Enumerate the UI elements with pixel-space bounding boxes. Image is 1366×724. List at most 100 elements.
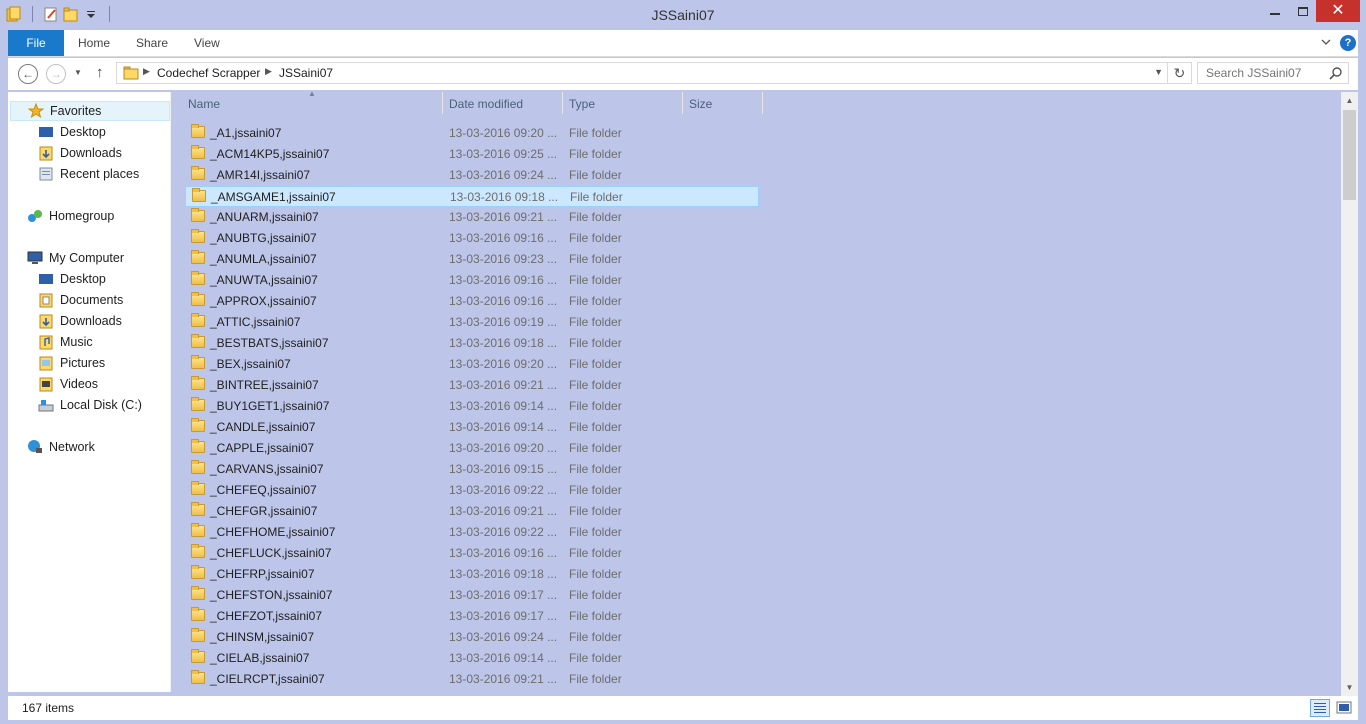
file-name: _CHINSM,jssaini07 [210,630,315,644]
nav-fav-recent-places[interactable]: Recent places [38,164,139,184]
address-bar[interactable]: ▶ Codechef Scrapper ▶ JSSaini07 ▼ [116,62,1168,84]
file-row[interactable]: _CHEFZOT,jssaini07 13-03-2016 09:17 ... Fi… [185,606,759,627]
file-row[interactable]: _ANUWTA,jssaini07 13-03-2016 09:16 ... Fil… [185,270,759,291]
file-row[interactable]: _CIELAB,jssaini07 13-03-2016 09:14 ... Fil… [185,648,759,669]
column-separator[interactable] [682,92,683,114]
folder-icon [191,145,205,160]
nav-pc-pictures[interactable]: Pictures [38,353,105,373]
file-row[interactable]: _ANUBTG,jssaini07 13-03-2016 09:16 ... Fil… [185,228,759,249]
nav-fav-desktop[interactable]: Desktop [38,122,106,142]
file-row[interactable]: _CHEFGR,jssaini07 13-03-2016 09:21 ... Fil… [185,501,759,522]
tab-share[interactable]: Share [136,30,168,56]
downloads-icon [38,313,54,329]
folder-icon [191,334,205,349]
nav-pc-music[interactable]: Music [38,332,93,352]
minimize-button[interactable] [1262,0,1288,22]
folder-icon [191,460,205,475]
folder-icon [191,124,205,139]
pane-divider[interactable] [170,92,171,692]
folder-icon [191,523,205,538]
nav-pc-desktop[interactable]: Desktop [38,269,106,289]
vertical-scrollbar[interactable]: ▲ ▼ [1341,92,1358,696]
file-row[interactable]: _ATTIC,jssaini07 13-03-2016 09:19 ... File… [185,312,759,333]
details-view-icon[interactable] [1310,699,1330,717]
up-arrow-icon[interactable]: ↑ [96,64,104,81]
nav-pc-documents[interactable]: Documents [38,290,123,310]
file-row[interactable]: _CHEFEQ,jssaini07 13-03-2016 09:22 ... Fil… [185,480,759,501]
file-date-modified: 13-03-2016 09:22 ... [449,525,558,539]
column-separator[interactable] [442,92,443,114]
file-row[interactable]: _CIELRCPT,jssaini07 13-03-2016 09:21 ... F… [185,669,759,690]
nav-network[interactable]: Network [27,437,95,457]
tab-file[interactable]: File [8,30,64,56]
nav-homegroup[interactable]: Homegroup [27,206,114,226]
file-type: File folder [569,399,622,413]
nav-fav-downloads[interactable]: Downloads [38,143,122,163]
column-separator[interactable] [562,92,563,114]
breadcrumb-separator-icon[interactable]: ▶ [265,66,272,77]
maximize-button[interactable] [1290,0,1316,22]
forward-button[interactable]: → [46,64,66,84]
file-row[interactable]: _ANUMLA,jssaini07 13-03-2016 09:23 ... Fil… [185,249,759,270]
file-row[interactable]: _ANUARM,jssaini07 13-03-2016 09:21 ... Fil… [185,207,759,228]
help-icon[interactable]: ? [1340,35,1356,51]
column-header-name[interactable]: Name [188,92,220,116]
column-header-size[interactable]: Size [689,92,712,116]
nav-favorites[interactable]: Favorites [10,101,170,121]
file-name: _ANUARM,jssaini07 [210,210,319,224]
scrollbar-thumb[interactable] [1343,110,1356,200]
folder-icon [191,229,205,244]
file-date-modified: 13-03-2016 09:18 ... [449,567,558,581]
file-name: _CHEFEQ,jssaini07 [210,483,317,497]
file-row[interactable]: _A1,jssaini07 13-03-2016 09:20 ... File fo… [185,123,759,144]
nav-item-label: Homegroup [49,209,115,223]
file-row[interactable]: _CHEFHOME,jssaini07 13-03-2016 09:22 ... F… [185,522,759,543]
search-box[interactable] [1197,62,1349,84]
nav-pc-videos[interactable]: Videos [38,374,98,394]
file-row[interactable]: _APPROX,jssaini07 13-03-2016 09:16 ... Fil… [185,291,759,312]
search-icon[interactable] [1329,66,1343,80]
search-input[interactable] [1198,63,1318,83]
nav-pc-downloads[interactable]: Downloads [38,311,122,331]
recent-locations-icon[interactable]: ▼ [74,68,82,77]
tab-view[interactable]: View [194,30,220,56]
file-row[interactable]: _BESTBATS,jssaini07 13-03-2016 09:18 ... F… [185,333,759,354]
recent-places-icon [38,166,54,182]
back-button[interactable]: ← [18,64,38,84]
file-row[interactable]: _BINTREE,jssaini07 13-03-2016 09:21 ... Fi… [185,375,759,396]
scroll-down-icon[interactable]: ▼ [1341,679,1358,696]
file-row[interactable]: _BUY1GET1,jssaini07 13-03-2016 09:14 ... F… [185,396,759,417]
documents-icon [38,292,54,308]
file-row[interactable]: _CHEFLUCK,jssaini07 13-03-2016 09:16 ... F… [185,543,759,564]
file-row[interactable]: _CARVANS,jssaini07 13-03-2016 09:15 ... Fi… [185,459,759,480]
address-dropdown-icon[interactable]: ▼ [1154,67,1163,77]
nav-my-computer[interactable]: My Computer [27,248,124,268]
file-row[interactable]: _ACM14KP5,jssaini07 13-03-2016 09:25 ... F… [185,144,759,165]
file-row[interactable]: _CAPPLE,jssaini07 13-03-2016 09:20 ... Fil… [185,438,759,459]
file-date-modified: 13-03-2016 09:16 ... [449,294,558,308]
large-icons-view-icon[interactable] [1334,699,1354,717]
expand-ribbon-icon[interactable] [1320,36,1332,48]
file-row[interactable]: _CHEFRP,jssaini07 13-03-2016 09:18 ... Fil… [185,564,759,585]
column-separator[interactable] [762,92,763,114]
folder-icon [191,565,205,580]
refresh-button[interactable]: ↻ [1168,62,1192,84]
scroll-up-icon[interactable]: ▲ [1341,92,1358,109]
column-header-date-modified[interactable]: Date modified [449,92,523,116]
tab-home[interactable]: Home [78,30,110,56]
nav-pc-local-disk[interactable]: Local Disk (C:) [38,395,142,415]
file-row[interactable]: _CHEFSTON,jssaini07 13-03-2016 09:17 ... F… [185,585,759,606]
file-row[interactable]: _AMSGAME1,jssaini07 13-03-2016 09:18 ... F… [185,186,759,207]
breadcrumb-codechef-scrapper[interactable]: Codechef Scrapper [157,66,260,80]
file-date-modified: 13-03-2016 09:22 ... [449,483,558,497]
breadcrumb-jssaini07[interactable]: JSSaini07 [279,66,333,80]
file-row[interactable]: _AMR14I,jssaini07 13-03-2016 09:24 ... Fil… [185,165,759,186]
file-type: File folder [569,378,622,392]
file-row[interactable]: _CHINSM,jssaini07 13-03-2016 09:24 ... Fil… [185,627,759,648]
file-row[interactable]: _BEX,jssaini07 13-03-2016 09:20 ... File f… [185,354,759,375]
breadcrumb-separator-icon[interactable]: ▶ [143,66,150,77]
file-type: File folder [569,273,622,287]
file-row[interactable]: _CANDLE,jssaini07 13-03-2016 09:14 ... Fil… [185,417,759,438]
close-button[interactable]: ✕ [1316,0,1360,22]
column-header-type[interactable]: Type [569,92,595,116]
